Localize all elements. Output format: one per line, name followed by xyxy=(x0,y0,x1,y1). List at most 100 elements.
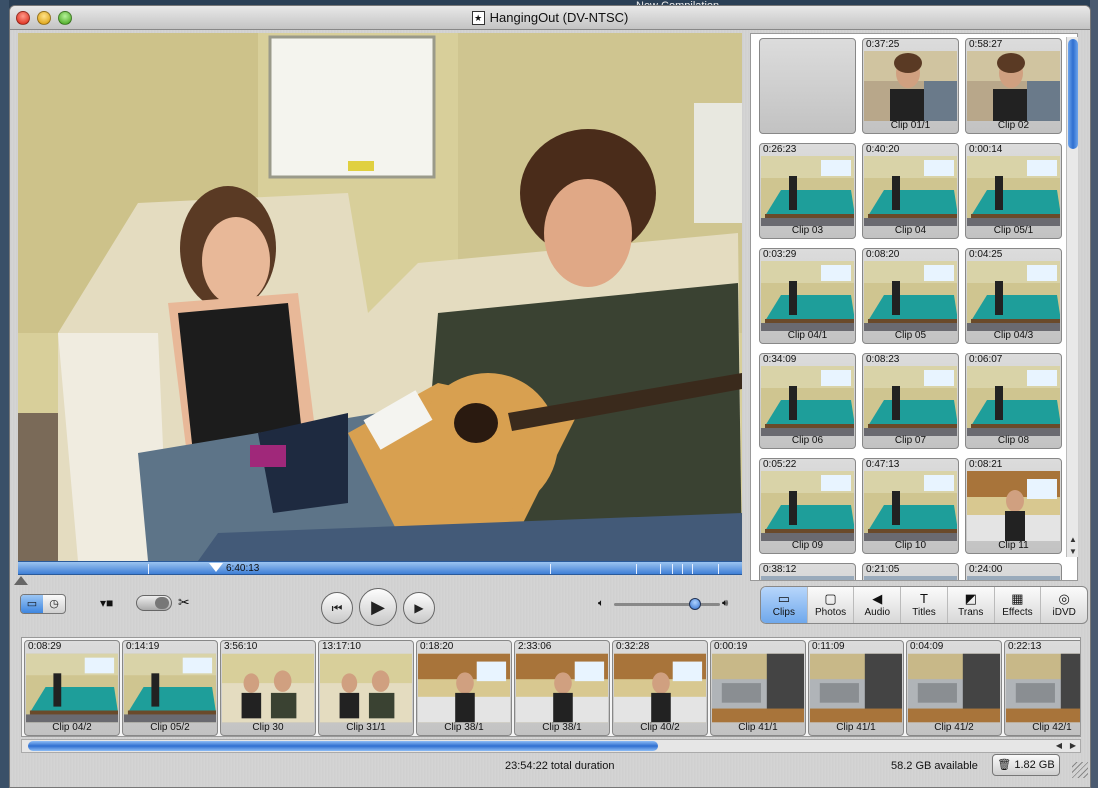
play-fullscreen-button[interactable]: ▶ xyxy=(403,592,435,624)
scroll-left-arrow[interactable]: ◀ xyxy=(1052,740,1066,752)
shelf-clip[interactable]: 0:06:07 Clip 08 xyxy=(965,353,1062,449)
clip-thumbnail xyxy=(761,261,854,331)
clip-duration: 0:37:25 xyxy=(866,39,900,50)
clip-duration: 3:56:10 xyxy=(224,641,258,652)
scroll-up-arrow[interactable]: ▲ xyxy=(1068,535,1078,545)
clip-thumbnail xyxy=(320,653,412,723)
shelf-clip[interactable]: 0:26:23 Clip 03 xyxy=(759,143,856,239)
panel-button-label: Audio xyxy=(864,607,891,618)
panel-button-trans[interactable]: ◩ Trans xyxy=(948,587,995,623)
playhead[interactable] xyxy=(209,563,223,572)
shelf-clip[interactable]: 0:40:20 Clip 04 xyxy=(862,143,959,239)
rewind-button[interactable]: ⏮ xyxy=(321,592,353,624)
shelf-clip[interactable]: 0:08:20 Clip 05 xyxy=(862,248,959,344)
trash-size: 1.82 GB xyxy=(1014,759,1055,771)
scroll-right-arrow[interactable]: ▶ xyxy=(1066,740,1080,752)
close-button[interactable] xyxy=(16,11,30,25)
mode-switch-knob[interactable] xyxy=(155,597,169,609)
volume-high-icon: 🔊︎ xyxy=(722,598,729,609)
clip-thumbnail xyxy=(614,653,706,723)
zoom-button[interactable] xyxy=(58,11,72,25)
shelf-clip[interactable]: 0:47:13 Clip 10 xyxy=(862,458,959,554)
timeline-clip[interactable]: 0:04:09 Clip 41/2 xyxy=(906,640,1002,736)
panel-buttons: ▭ Clips ▢ Photos ◀ Audio T Titles ◩ Trans ▦ Effects… xyxy=(760,586,1088,624)
clip-duration: 0:32:28 xyxy=(616,641,650,652)
scrubber-bar[interactable]: 6:40:13 xyxy=(18,561,742,575)
scrubber-tick xyxy=(660,564,661,574)
clip-name: Clip 10 xyxy=(894,540,927,551)
minimize-button[interactable] xyxy=(37,11,51,25)
shelf-clip[interactable]: 0:00:14 Clip 05/1 xyxy=(965,143,1062,239)
shelf-clip[interactable]: 0:03:29 Clip 04/1 xyxy=(759,248,856,344)
shelf-empty-slot[interactable] xyxy=(759,38,856,134)
timeline-scroll-thumb[interactable] xyxy=(28,741,658,751)
shelf-clip[interactable]: 0:04:25 Clip 04/3 xyxy=(965,248,1062,344)
shelf-clip[interactable]: 0:58:27 Clip 02 xyxy=(965,38,1062,134)
clip-name: Clip 31/1 xyxy=(346,722,386,733)
titles-icon: T xyxy=(920,591,928,606)
clip-name: Clip 30 xyxy=(252,722,284,733)
project-icon: ★ xyxy=(471,10,485,25)
clip-thumbnail xyxy=(1006,653,1080,723)
clip-duration: 0:00:14 xyxy=(969,144,1003,155)
timeline-clip[interactable]: 0:18:20 Clip 38/1 xyxy=(416,640,512,736)
panel-button-effects[interactable]: ▦ Effects xyxy=(995,587,1042,623)
clip-thumbnail xyxy=(967,261,1060,331)
shelf-clip[interactable]: 0:38:12 xyxy=(759,563,856,580)
timeline-clip[interactable]: 0:22:13 Clip 42/1 xyxy=(1004,640,1080,736)
volume-knob[interactable] xyxy=(689,598,701,610)
play-button[interactable]: ▶ xyxy=(359,588,397,626)
panel-button-audio[interactable]: ◀ Audio xyxy=(854,587,902,623)
scroll-down-arrow[interactable]: ▼ xyxy=(1068,547,1078,557)
timeline-clip[interactable]: 0:00:19 Clip 41/1 xyxy=(710,640,806,736)
panel-button-photos[interactable]: ▢ Photos xyxy=(808,587,855,623)
timeline-clip[interactable]: 3:56:10 Clip 30 xyxy=(220,640,316,736)
panel-button-clips[interactable]: ▭ Clips xyxy=(761,587,808,623)
shelf-clip[interactable]: 0:37:25 Clip 01/1 xyxy=(862,38,959,134)
clip-duration: 0:40:20 xyxy=(866,144,900,155)
shelf-scrollbar[interactable]: ▲ ▼ xyxy=(1066,37,1078,557)
window-title-text: HangingOut (DV-NTSC) xyxy=(489,10,629,25)
shelf-clip[interactable]: 0:21:05 xyxy=(862,563,959,580)
camera-mode-icon[interactable]: ▾■ xyxy=(100,596,113,610)
mode-switch[interactable] xyxy=(136,595,172,611)
clip-thumbnail xyxy=(864,156,957,226)
panel-button-label: Photos xyxy=(815,607,847,618)
timeline-clip[interactable]: 2:33:06 Clip 38/1 xyxy=(514,640,610,736)
timeline-clip[interactable]: 0:11:09 Clip 41/1 xyxy=(808,640,904,736)
panel-button-titles[interactable]: T Titles xyxy=(901,587,948,623)
crop-start-marker[interactable] xyxy=(14,576,28,585)
shelf-clip[interactable]: 0:05:22 Clip 09 xyxy=(759,458,856,554)
trash-button[interactable]: 🗑︎ 1.82 GB xyxy=(992,754,1060,776)
timeline-clip[interactable]: 0:08:29 Clip 04/2 xyxy=(24,640,120,736)
clip-view-icon[interactable]: ▭ xyxy=(21,595,43,613)
shelf-scroll-thumb[interactable] xyxy=(1068,39,1078,149)
volume-slider[interactable] xyxy=(614,603,720,606)
clip-thumbnail xyxy=(967,576,1060,580)
clips-shelf[interactable]: 0:37:25 Clip 01/1 0:58:27 Clip 02 0:26:23 Cli… xyxy=(750,33,1078,581)
video-viewer[interactable] xyxy=(18,33,742,561)
timeline-view-icon[interactable]: ◷ xyxy=(43,595,65,613)
shelf-clip[interactable]: 0:24:00 xyxy=(965,563,1062,580)
timeline-clip[interactable]: 13:17:10 Clip 31/1 xyxy=(318,640,414,736)
clip-thumbnail xyxy=(222,653,314,723)
clip-duration: 0:14:19 xyxy=(126,641,160,652)
shelf-clip[interactable]: 0:08:23 Clip 07 xyxy=(862,353,959,449)
resize-grip[interactable] xyxy=(1072,762,1088,778)
clip-duration: 2:33:06 xyxy=(518,641,552,652)
clip-thumbnail xyxy=(124,653,216,723)
timeline-clip[interactable]: 0:14:19 Clip 05/2 xyxy=(122,640,218,736)
clip-thumbnail xyxy=(967,366,1060,436)
clip-duration: 0:04:09 xyxy=(910,641,944,652)
scissors-icon[interactable]: ✂ xyxy=(178,594,190,611)
view-toggle[interactable]: ▭ ◷ xyxy=(20,594,66,614)
shelf-clip[interactable]: 0:08:21 Clip 11 xyxy=(965,458,1062,554)
title-bar[interactable]: ★ HangingOut (DV-NTSC) xyxy=(10,6,1090,30)
scrubber-tick xyxy=(550,564,551,574)
timeline-clip[interactable]: 0:32:28 Clip 40/2 xyxy=(612,640,708,736)
controls-bar: ▭ ◷ ▾■ ✂ ⏮ ▶ ▶ 🔈︎ 🔊︎ ▭ Clips ▢ Photos ◀ Audio… xyxy=(18,586,1088,630)
shelf-clip[interactable]: 0:34:09 Clip 06 xyxy=(759,353,856,449)
panel-button-idvd[interactable]: ◎ iDVD xyxy=(1041,587,1087,623)
clip-viewer-timeline[interactable]: 0:08:29 Clip 04/2 0:14:19 Clip 05/2 3:56:10 C… xyxy=(21,637,1081,737)
timeline-scrollbar[interactable]: ◀ ▶ xyxy=(21,739,1081,753)
